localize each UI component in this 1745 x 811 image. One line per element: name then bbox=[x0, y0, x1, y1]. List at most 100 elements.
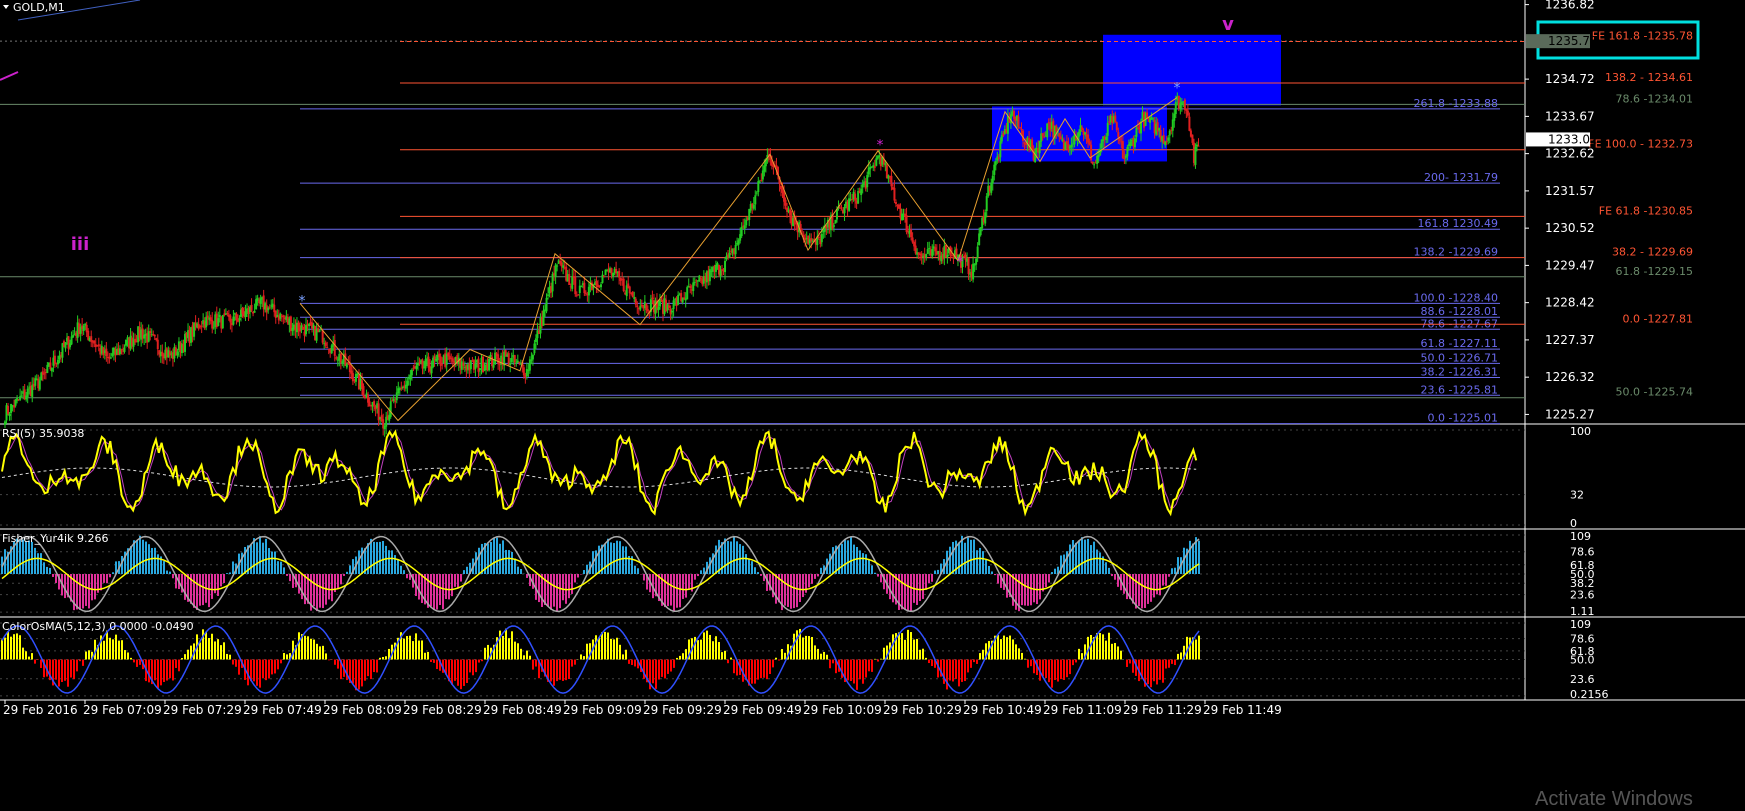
candle-body bbox=[1185, 109, 1187, 111]
candle-body bbox=[124, 348, 126, 352]
candle-body bbox=[934, 247, 936, 251]
fisher-histogram-bar bbox=[952, 542, 954, 574]
chart-canvas[interactable]: FE 161.8 -1235.78138.2 - 1234.6178.6 -12… bbox=[0, 0, 1745, 809]
price-tick-label: 1227.37 bbox=[1545, 333, 1595, 347]
fisher-histogram-bar bbox=[1105, 562, 1107, 574]
osma-histogram-bar bbox=[337, 660, 339, 669]
candle-body bbox=[990, 183, 992, 193]
fisher-histogram-bar bbox=[184, 574, 186, 600]
candle-body bbox=[927, 249, 929, 254]
osma-histogram-bar bbox=[487, 645, 489, 660]
fisher-histogram-bar bbox=[271, 552, 273, 574]
osma-histogram-bar bbox=[376, 660, 378, 673]
fisher-histogram-bar bbox=[439, 574, 441, 605]
fisher-histogram-bar bbox=[910, 574, 912, 611]
osma-histogram-bar bbox=[871, 660, 873, 672]
fisher-histogram-bar bbox=[37, 553, 39, 574]
candle-body bbox=[110, 357, 112, 358]
indicator-title: RSI(5) 35.9038 bbox=[2, 427, 84, 440]
osma-histogram-bar bbox=[25, 651, 27, 659]
candle-body bbox=[579, 286, 581, 293]
candle-body bbox=[441, 364, 443, 365]
fisher-histogram-bar bbox=[604, 544, 606, 574]
price-tick-label: 1230.52 bbox=[1545, 221, 1595, 235]
candle-body bbox=[602, 275, 604, 283]
fisher-histogram-bar bbox=[283, 567, 285, 574]
fisher-histogram-bar bbox=[850, 537, 852, 574]
candle-body bbox=[518, 362, 520, 363]
fib-level-label: 50.0 -1226.71 bbox=[1421, 351, 1498, 364]
triangle-down-icon[interactable] bbox=[3, 5, 9, 9]
osma-histogram-bar bbox=[601, 632, 603, 659]
candle-body bbox=[999, 141, 1001, 157]
osma-histogram-bar bbox=[868, 660, 870, 672]
candle-body bbox=[744, 225, 746, 229]
candle-body bbox=[1107, 123, 1109, 136]
fisher-histogram-bar bbox=[871, 565, 873, 574]
fisher-histogram-bar bbox=[379, 542, 381, 574]
indicator-tick-label: 0.2156 bbox=[1570, 688, 1609, 701]
candle-body bbox=[657, 307, 659, 310]
candle-body bbox=[302, 327, 304, 330]
candle-body bbox=[1126, 147, 1128, 156]
candle-body bbox=[1084, 132, 1086, 134]
candle-body bbox=[741, 227, 743, 236]
candle-body bbox=[479, 368, 481, 370]
candle-body bbox=[1173, 114, 1175, 121]
osma-histogram-bar bbox=[310, 639, 312, 660]
osma-histogram-bar bbox=[112, 639, 114, 659]
fisher-histogram-bar bbox=[967, 538, 969, 574]
candle-body bbox=[632, 292, 634, 297]
osma-histogram-bar bbox=[574, 660, 576, 665]
osma-histogram-bar bbox=[121, 640, 123, 659]
fisher-histogram-bar bbox=[436, 574, 438, 610]
candle-body bbox=[694, 282, 696, 283]
osma-histogram-bar bbox=[484, 648, 486, 660]
candle-body bbox=[1197, 146, 1199, 147]
osma-histogram-bar bbox=[1069, 660, 1071, 675]
osma-histogram-bar bbox=[769, 660, 771, 674]
candle-body bbox=[334, 340, 336, 356]
candle-body bbox=[789, 209, 791, 215]
fibonacci-layer: FE 161.8 -1235.78138.2 - 1234.6178.6 -12… bbox=[0, 30, 1693, 425]
fisher-histogram-bar bbox=[88, 574, 90, 608]
candle-body bbox=[326, 347, 328, 348]
fisher-histogram-bar bbox=[349, 565, 351, 574]
osma-histogram-bar bbox=[1027, 660, 1029, 668]
time-tick-label: 29 Feb 10:09 bbox=[803, 703, 882, 717]
osma-histogram-bar bbox=[322, 646, 324, 660]
candle-body bbox=[1087, 135, 1089, 143]
osma-histogram-bar bbox=[226, 654, 228, 660]
osma-histogram-bar bbox=[1063, 660, 1065, 680]
fisher-histogram-bar bbox=[1096, 550, 1098, 574]
osma-histogram-bar bbox=[949, 660, 951, 681]
osma-histogram-bar bbox=[409, 636, 411, 660]
fisher-histogram-bar bbox=[973, 540, 975, 574]
osma-histogram-bar bbox=[811, 637, 813, 660]
candle-body bbox=[1070, 145, 1072, 147]
osma-histogram-bar bbox=[1015, 644, 1017, 659]
candle-body bbox=[546, 298, 548, 311]
osma-histogram-bar bbox=[802, 637, 804, 659]
candle-body bbox=[753, 205, 755, 209]
fisher-histogram-bar bbox=[433, 574, 435, 610]
chart-title[interactable]: GOLD,M1 bbox=[3, 1, 65, 14]
osma-histogram-bar bbox=[358, 660, 360, 690]
osma-histogram-bar bbox=[1156, 660, 1158, 685]
candle-body bbox=[738, 240, 740, 245]
osma-histogram-bar bbox=[595, 635, 597, 659]
fisher-histogram-bar bbox=[715, 546, 717, 574]
pivot-marker: * bbox=[1174, 81, 1181, 97]
time-tick-label: 29 Feb 10:29 bbox=[883, 703, 962, 717]
osma-histogram-bar bbox=[40, 660, 42, 668]
fisher-histogram-bar bbox=[154, 548, 156, 574]
fisher-histogram-bar bbox=[388, 550, 390, 574]
fisher-histogram-bar bbox=[418, 574, 420, 600]
candle-body bbox=[762, 170, 764, 179]
fisher-histogram-bar bbox=[976, 550, 978, 574]
candle-body bbox=[1152, 118, 1154, 119]
candle-body bbox=[635, 299, 637, 305]
candle-body bbox=[668, 306, 670, 308]
osma-histogram-bar bbox=[523, 655, 525, 659]
candle-body bbox=[226, 313, 228, 314]
